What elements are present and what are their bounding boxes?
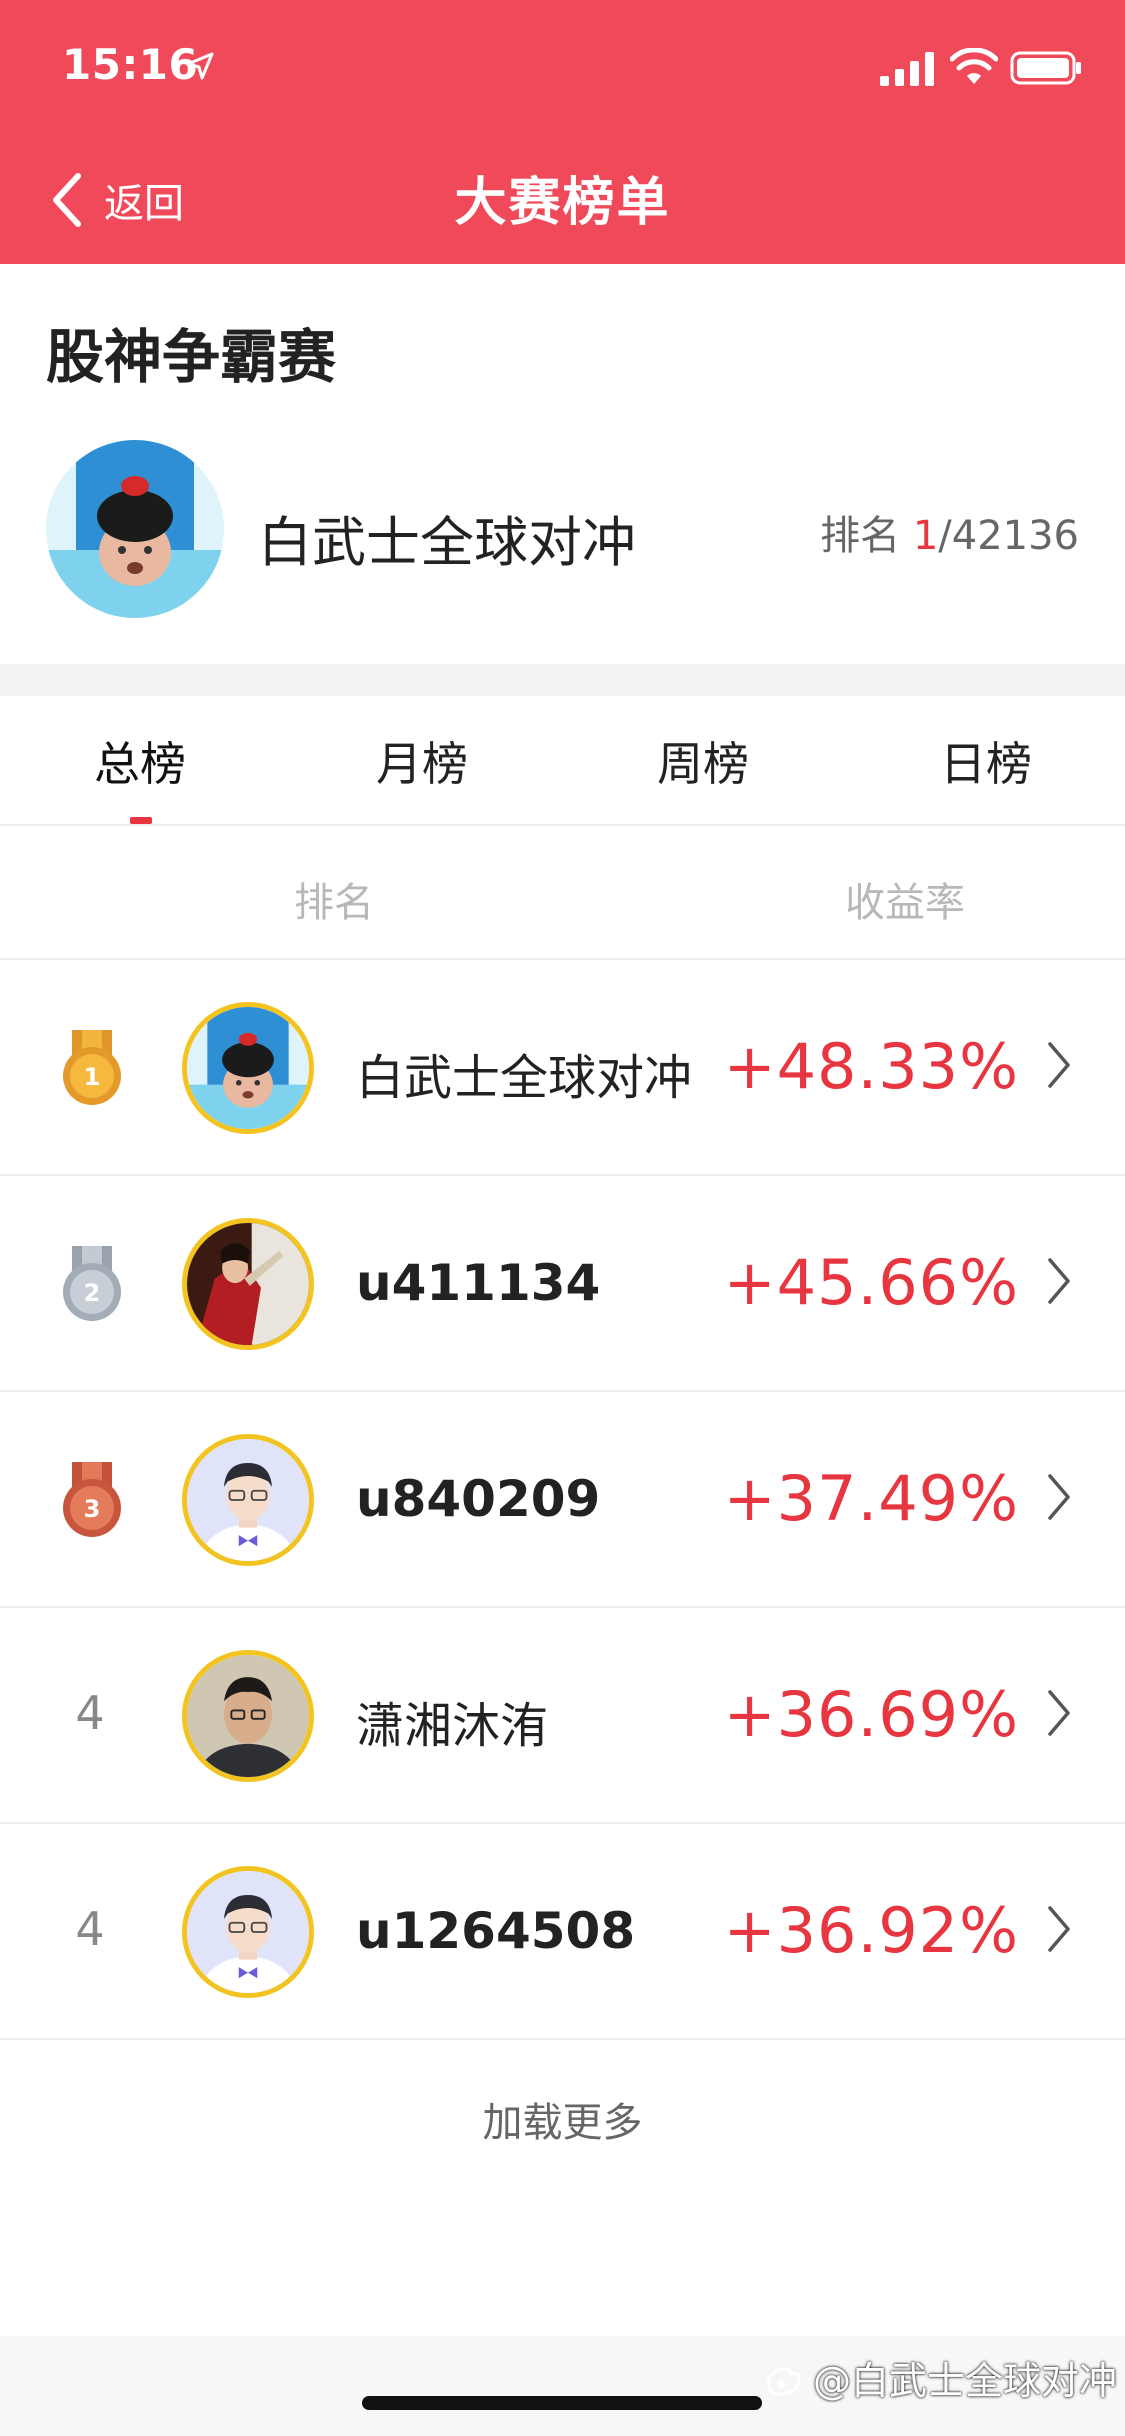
avatar [182, 1002, 314, 1134]
table-row[interactable]: 4 潇湘沐洧 +36.69% [0, 1608, 1125, 1824]
table-row[interactable]: 2 u411134 +45.66% [0, 1176, 1125, 1392]
row-yield: +48.33% [723, 1030, 1019, 1103]
row-yield: +36.69% [723, 1678, 1019, 1751]
contest-title: 股神争霸赛 [46, 323, 337, 391]
profile-rank-total: /42136 [938, 513, 1079, 559]
table-row[interactable]: 4 u1264508 +36.92% [0, 1824, 1125, 2040]
svg-text:2: 2 [84, 1279, 101, 1307]
avatar [182, 1866, 314, 1998]
chevron-right-icon [1048, 1258, 1070, 1304]
chevron-right-icon [1048, 1474, 1070, 1520]
watermark: @白武士全球对冲 [761, 2350, 1117, 2405]
profile-rank-label: 排名 [820, 513, 901, 559]
column-header: 排名 收益率 [0, 828, 1125, 960]
avatar [182, 1650, 314, 1782]
leaderboard-tabs: 总榜 月榜 周榜 日榜 [0, 696, 1125, 826]
tab-weekly[interactable]: 周榜 [623, 728, 783, 794]
weibo-logo-icon [766, 2366, 801, 2396]
section-divider [0, 664, 1125, 696]
row-username: u1264508 [356, 1902, 636, 1960]
load-more-button[interactable]: 加载更多 [0, 2090, 1125, 2148]
cellular-signal-icon [880, 52, 934, 86]
column-rank-label: 排名 [294, 880, 374, 926]
rank-number: 4 [75, 1902, 105, 1956]
tab-daily[interactable]: 日榜 [906, 728, 1066, 794]
profile-rank-value: 1 [912, 513, 939, 559]
chevron-right-icon [1048, 1042, 1070, 1088]
status-time: 15:16 [62, 40, 199, 89]
rank-number: 4 [75, 1686, 105, 1740]
row-yield: +45.66% [723, 1246, 1019, 1319]
svg-text:1: 1 [84, 1063, 101, 1091]
row-username: 白武士全球对冲 [356, 1050, 693, 1106]
app-header: 15:16 返回 大赛榜单 [0, 0, 1125, 264]
profile-rank: 排名 1/42136 [820, 503, 1079, 561]
avatar [182, 1218, 314, 1350]
table-row[interactable]: 1 白武士全球对冲 +48.33% [0, 960, 1125, 1176]
home-indicator[interactable] [362, 2396, 762, 2410]
tab-overall[interactable]: 总榜 [60, 728, 220, 794]
profile-avatar [46, 440, 224, 618]
svg-text:3: 3 [84, 1495, 101, 1523]
chevron-right-icon [1048, 1906, 1070, 1952]
tab-monthly[interactable]: 月榜 [342, 728, 502, 794]
row-username: u840209 [356, 1470, 601, 1528]
watermark-text: @白武士全球对冲 [812, 2359, 1117, 2403]
gold-medal-icon: 1 [63, 1030, 121, 1105]
wifi-icon [950, 48, 998, 84]
chevron-right-icon [1048, 1690, 1070, 1736]
row-username: u411134 [356, 1254, 601, 1312]
row-yield: +36.92% [723, 1894, 1019, 1967]
row-yield: +37.49% [723, 1462, 1019, 1535]
avatar [182, 1434, 314, 1566]
table-row[interactable]: 3 u840209 +37.49% [0, 1392, 1125, 1608]
location-arrow-icon [186, 52, 214, 80]
bronze-medal-icon: 3 [63, 1462, 121, 1537]
page-title: 大赛榜单 [454, 173, 671, 233]
column-yield-label: 收益率 [845, 880, 965, 926]
battery-icon [1010, 51, 1081, 85]
profile-name: 白武士全球对冲 [258, 511, 636, 574]
silver-medal-icon: 2 [63, 1246, 121, 1321]
row-username: 潇湘沐洧 [356, 1698, 549, 1754]
active-tab-indicator [130, 817, 152, 824]
